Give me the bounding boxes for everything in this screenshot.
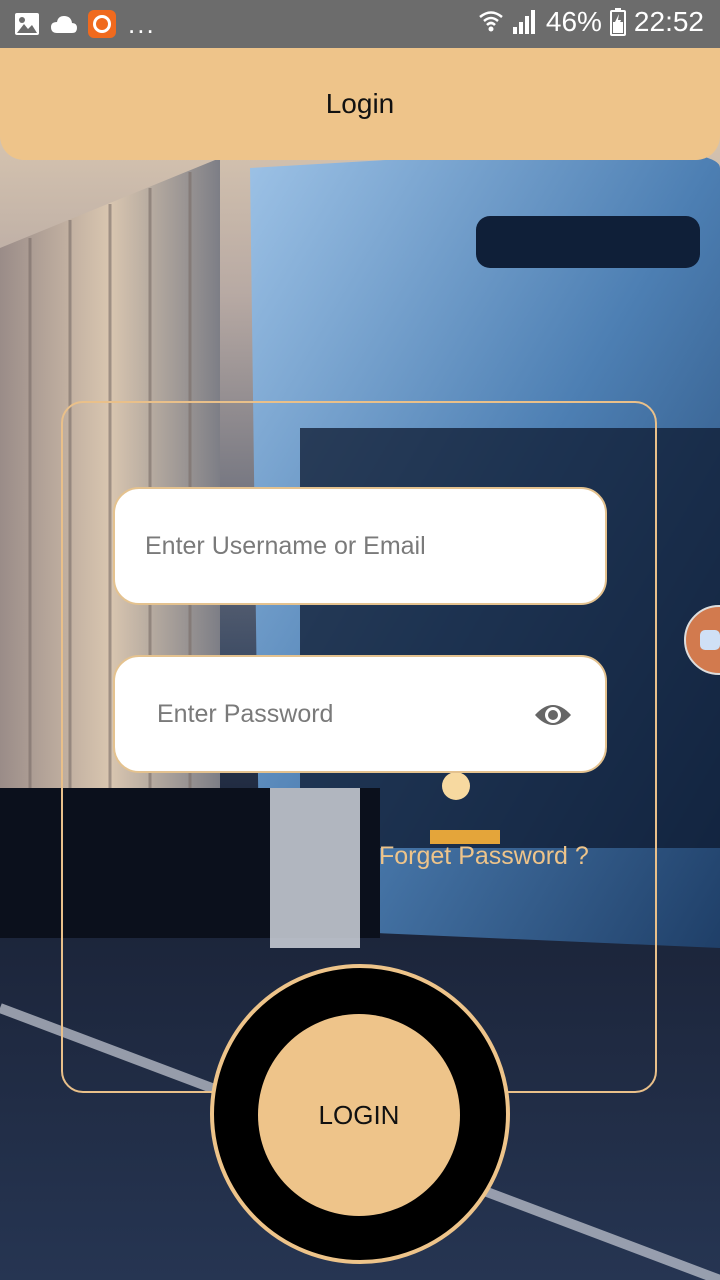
signal-icon — [512, 10, 535, 34]
more-notifications: ... — [128, 9, 156, 39]
video-camera-icon — [700, 630, 720, 650]
cloud-icon — [51, 16, 77, 33]
clock: 22:52 — [633, 6, 704, 37]
wifi-icon — [479, 11, 503, 32]
forgot-password-link[interactable]: Forget Password ? — [379, 842, 589, 871]
eye-icon[interactable] — [533, 697, 573, 733]
password-input[interactable] — [155, 657, 515, 771]
password-field-container[interactable] — [113, 655, 607, 773]
username-field-container[interactable] — [113, 487, 607, 605]
username-input[interactable] — [143, 489, 577, 603]
status-bar: ... 46% 22:52 — [0, 0, 720, 48]
app-bar: Login — [0, 48, 720, 160]
screen-recorder-icon — [88, 10, 116, 38]
battery-percent: 46% — [545, 6, 602, 37]
status-bar-system: 46% 22:52 — [478, 6, 704, 38]
status-bar-notifications: ... — [14, 10, 156, 38]
battery-icon — [609, 8, 626, 36]
image-icon — [15, 13, 39, 35]
login-button[interactable]: LOGIN — [258, 1014, 460, 1216]
page-title: Login — [325, 88, 395, 119]
